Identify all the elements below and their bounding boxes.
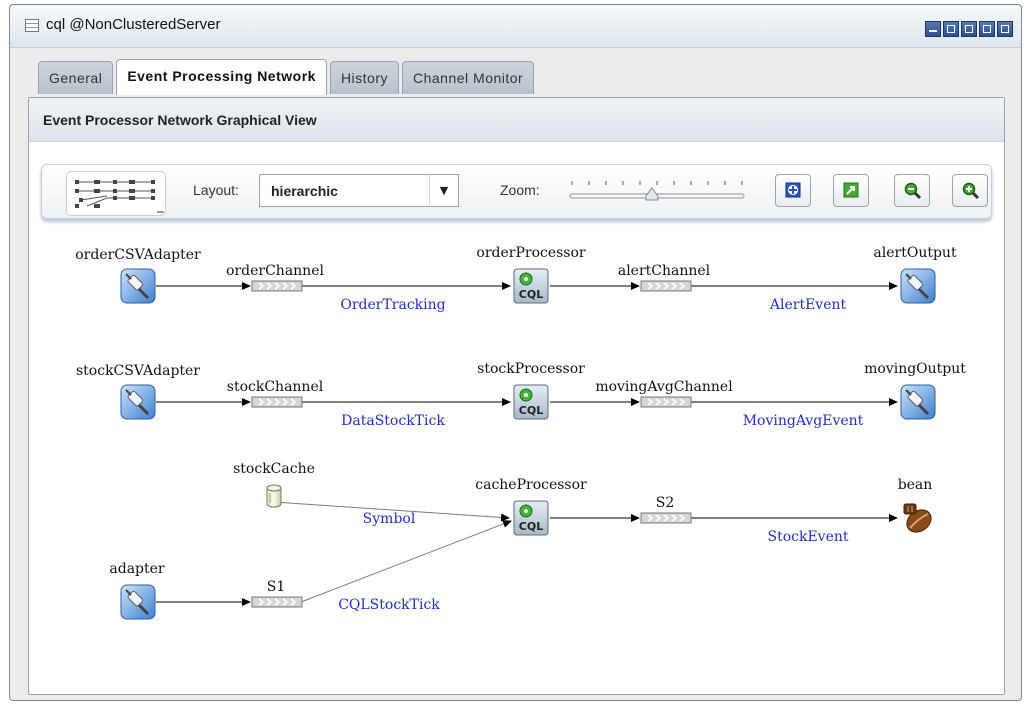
window-title: cql @NonClusteredServer [46, 16, 221, 33]
node-label-S2: S2 [655, 495, 675, 511]
expand-icon [843, 182, 859, 198]
svg-text:CQL: CQL [519, 404, 543, 417]
zoom-out-button[interactable] [894, 174, 930, 207]
edge-label: OrderTracking [340, 297, 446, 313]
node-label-stockProcessor: stockProcessor [477, 361, 585, 377]
zoom-slider[interactable] [566, 175, 746, 203]
node-label-orderChannel: orderChannel [226, 263, 324, 279]
tab-general[interactable]: General [38, 61, 114, 94]
node-label-adapter: adapter [109, 561, 165, 577]
adapter-icon[interactable] [120, 268, 156, 304]
channel-icon[interactable] [251, 596, 303, 608]
zoom-slider-thumb [645, 187, 659, 201]
restore-icon[interactable] [961, 21, 977, 37]
edge-label: StockEvent [767, 529, 849, 545]
zoom-in-button[interactable] [952, 174, 988, 207]
title-bar: cql @NonClusteredServer [10, 5, 1021, 48]
layout-value: hierarchic [271, 183, 338, 199]
panel-header: Event Processor Network Graphical View [29, 98, 1004, 142]
layout-dropdown[interactable]: hierarchic ▼ [259, 174, 459, 207]
processor-icon[interactable]: CQL [513, 384, 549, 420]
fit-view-icon [785, 182, 801, 198]
detach-icon[interactable] [979, 21, 995, 37]
node-label-alertOutput: alertOutput [873, 245, 957, 261]
node-label-cacheProcessor: cacheProcessor [475, 477, 587, 493]
processor-icon[interactable]: CQL [513, 268, 549, 304]
dropdown-arrow-icon: ▼ [429, 175, 458, 206]
tab-history[interactable]: History [329, 61, 399, 94]
window-controls [925, 21, 1013, 37]
node-label-alertChannel: alertChannel [617, 263, 711, 279]
channel-icon[interactable] [251, 280, 303, 292]
layout-label: Layout: [193, 182, 239, 198]
node-label-bean: bean [897, 477, 933, 493]
svg-text:CQL: CQL [519, 520, 543, 533]
zoom-in-icon [962, 182, 980, 200]
bean-icon[interactable] [900, 500, 936, 536]
edge-label: AlertEvent [769, 297, 847, 313]
adapter-icon[interactable] [120, 384, 156, 420]
adapter-icon[interactable] [900, 384, 936, 420]
table-icon [25, 19, 39, 32]
node-label-orderCSVAdapter: orderCSVAdapter [75, 247, 201, 263]
channel-icon[interactable] [640, 396, 692, 408]
adapter-icon[interactable] [120, 584, 156, 620]
edges [156, 282, 898, 606]
edge-label: Symbol [362, 511, 416, 527]
tab-event-processing-network[interactable]: Event Processing Network [116, 59, 327, 95]
zoom-label: Zoom: [500, 182, 540, 198]
expand-button[interactable] [833, 174, 869, 207]
zoom-out-icon [904, 182, 922, 200]
node-label-orderProcessor: orderProcessor [476, 245, 586, 261]
fit-to-view-button[interactable] [775, 174, 811, 207]
tab-bar: General Event Processing Network History… [38, 59, 537, 95]
channel-icon[interactable] [251, 396, 303, 408]
edge-label: MovingAvgEvent [742, 413, 864, 429]
content-panel: Event Processor Network Graphical View L… [28, 97, 1005, 695]
minimize-icon[interactable] [925, 21, 941, 37]
processor-icon[interactable]: CQL [513, 500, 549, 536]
node-label-movingAvgChannel: movingAvgChannel [595, 379, 733, 395]
channel-icon[interactable] [640, 280, 692, 292]
node-label-S1: S1 [266, 579, 286, 595]
graph-toolbar: Layout: hierarchic ▼ Zoom: [41, 164, 992, 219]
cache-icon[interactable] [265, 484, 283, 508]
edge-label: CQLStockTick [338, 597, 440, 613]
tab-channel-monitor[interactable]: Channel Monitor [402, 61, 535, 94]
window: cql @NonClusteredServer General Event Pr… [9, 4, 1022, 701]
close-icon[interactable] [997, 21, 1013, 37]
maximize-icon[interactable] [943, 21, 959, 37]
channel-icon[interactable] [640, 512, 692, 524]
svg-text:CQL: CQL [519, 288, 543, 301]
node-label-stockChannel: stockChannel [226, 379, 324, 395]
node-label-stockCache: stockCache [233, 461, 315, 477]
node-label-movingOutput: movingOutput [864, 361, 966, 377]
panel-title: Event Processor Network Graphical View [43, 112, 317, 128]
overview-thumbnail[interactable] [66, 171, 166, 216]
network-canvas[interactable]: orderCSVAdapter orderChannel orderProces… [29, 219, 1004, 689]
node-label-stockCSVAdapter: stockCSVAdapter [75, 363, 201, 379]
edge-label: DataStockTick [341, 413, 445, 429]
adapter-icon[interactable] [900, 268, 936, 304]
